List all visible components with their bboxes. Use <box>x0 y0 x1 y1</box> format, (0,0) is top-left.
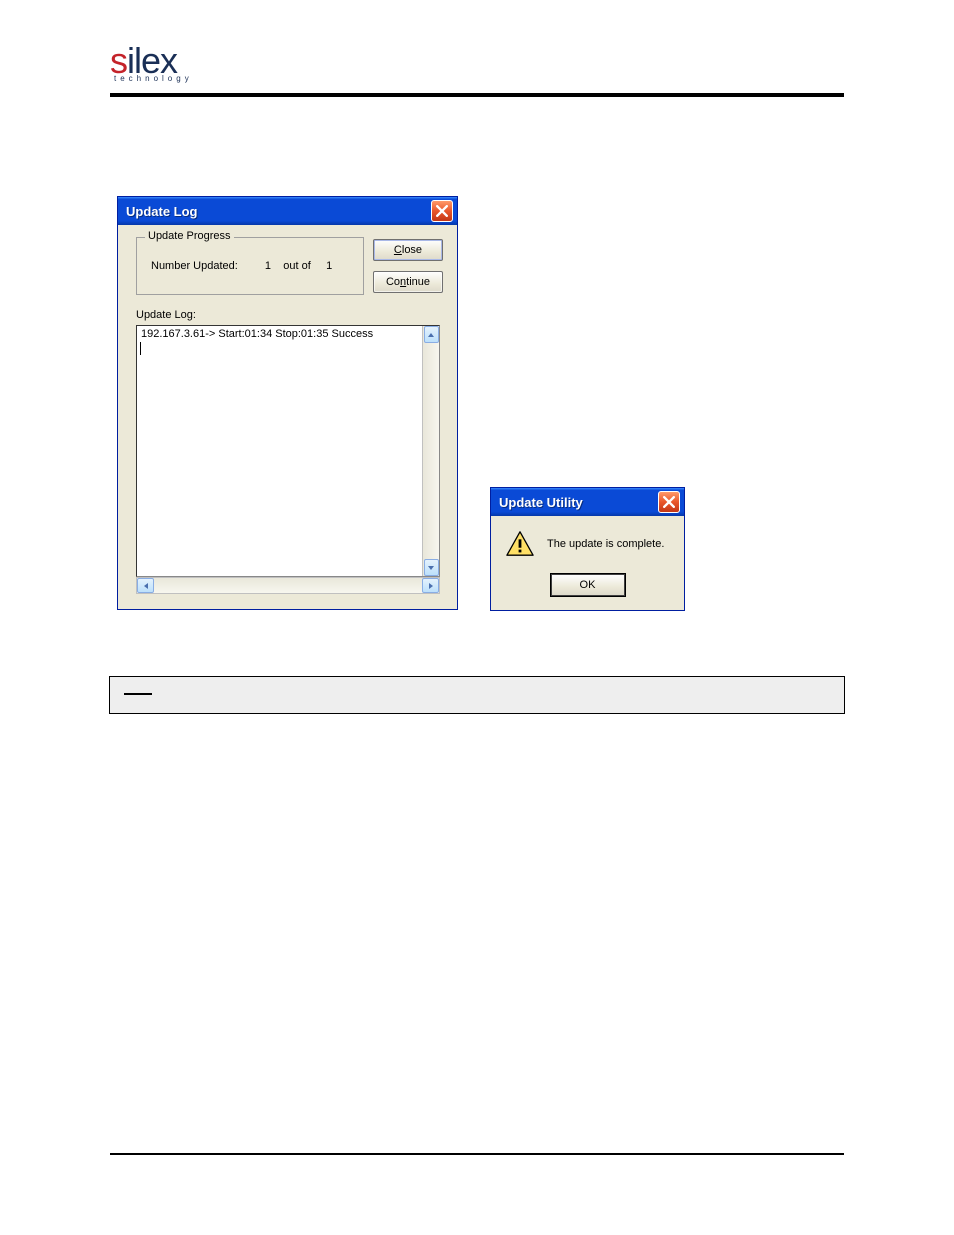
scroll-left-icon[interactable] <box>137 578 154 593</box>
number-updated-total: 1 <box>326 260 332 272</box>
close-button[interactable]: Close <box>373 239 443 261</box>
warning-icon <box>505 530 535 558</box>
text-cursor <box>140 342 141 355</box>
number-updated-current: 1 <box>265 260 271 272</box>
update-log-window: Update Log Update Progress Number Update… <box>117 196 458 610</box>
header-divider <box>110 93 844 97</box>
scroll-down-icon[interactable] <box>424 559 439 576</box>
update-progress-title: Update Progress <box>145 230 234 242</box>
log-entry: 192.167.3.61-> Start:01:34 Stop:01:35 Su… <box>141 328 435 340</box>
update-log-title: Update Log <box>126 204 198 219</box>
update-utility-title: Update Utility <box>499 495 583 510</box>
scroll-up-icon[interactable] <box>424 326 439 343</box>
update-log-label: Update Log: <box>136 309 196 321</box>
close-button-rest: lose <box>402 244 422 256</box>
update-progress-group: Update Progress Number Updated: 1 out of… <box>136 237 364 295</box>
ok-button-label: OK <box>580 579 596 591</box>
page-header: silex technology <box>110 40 844 83</box>
number-updated-row: Number Updated: 1 out of 1 <box>151 260 332 272</box>
update-log-textarea[interactable]: 192.167.3.61-> Start:01:34 Stop:01:35 Su… <box>136 325 440 577</box>
continue-button-rest: tinue <box>406 276 430 288</box>
vertical-scrollbar[interactable] <box>422 326 439 576</box>
footer-divider <box>110 1153 844 1155</box>
number-updated-sep: out of <box>283 260 311 272</box>
number-updated-label: Number Updated: <box>151 260 238 272</box>
close-icon[interactable] <box>658 491 680 513</box>
scroll-right-icon[interactable] <box>422 578 439 593</box>
update-complete-message: The update is complete. <box>547 538 664 550</box>
horizontal-scrollbar[interactable] <box>136 577 440 594</box>
update-utility-titlebar[interactable]: Update Utility <box>491 488 684 516</box>
update-utility-window: Update Utility The update is complete. O… <box>490 487 685 611</box>
close-icon[interactable] <box>431 200 453 222</box>
silex-logo: silex technology <box>110 40 844 83</box>
logo-subtitle: technology <box>114 74 844 83</box>
ok-button[interactable]: OK <box>551 574 625 596</box>
continue-button[interactable]: Continue <box>373 271 443 293</box>
note-box <box>110 677 844 713</box>
update-log-titlebar[interactable]: Update Log <box>118 197 457 225</box>
